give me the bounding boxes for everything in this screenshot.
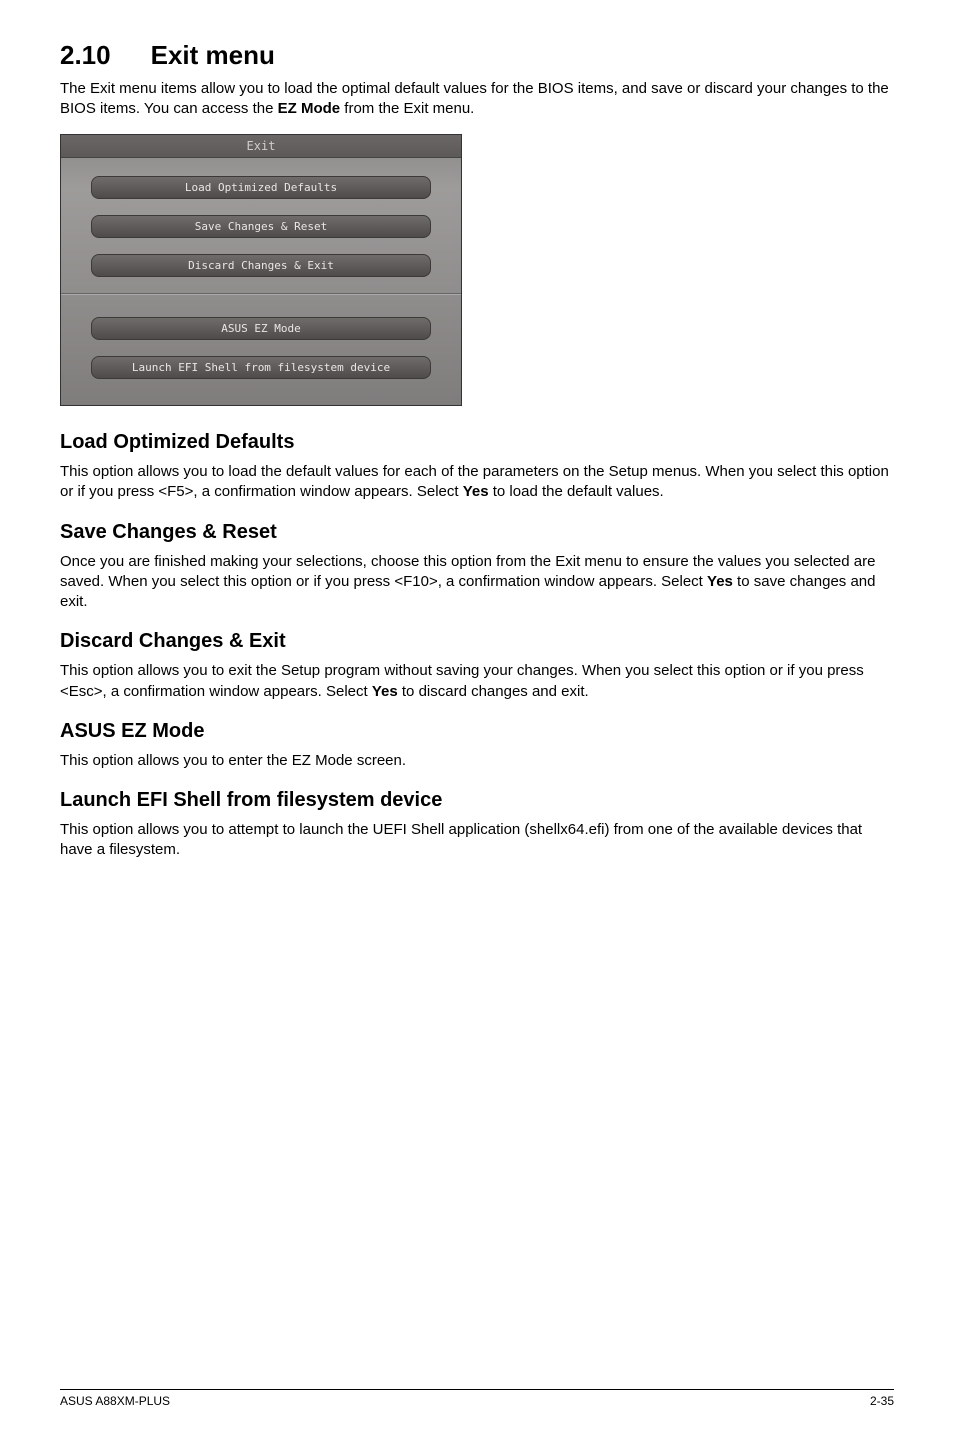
intro-paragraph: The Exit menu items allow you to load th… — [60, 79, 894, 118]
bios-button-discard-changes-exit[interactable]: Discard Changes & Exit — [91, 254, 431, 277]
text-efi-shell: This option allows you to attempt to lau… — [60, 820, 894, 861]
section-number: 2.10 — [60, 40, 111, 70]
text-bold: Yes — [707, 573, 733, 590]
bios-exit-dialog: Exit Load Optimized Defaults Save Change… — [60, 134, 462, 406]
bios-button-asus-ez-mode[interactable]: ASUS EZ Mode — [91, 317, 431, 340]
subheading-efi-shell: Launch EFI Shell from filesystem device — [60, 789, 894, 812]
text-fragment: to discard changes and exit. — [398, 683, 589, 700]
text-bold: Yes — [372, 683, 398, 700]
bios-button-load-optimized-defaults[interactable]: Load Optimized Defaults — [91, 176, 431, 199]
bios-dialog-body: Load Optimized Defaults Save Changes & R… — [61, 158, 461, 405]
intro-pre: The Exit menu items allow you to load th… — [60, 80, 889, 117]
text-fragment: to load the default values. — [489, 483, 664, 500]
text-ez-mode: This option allows you to enter the EZ M… — [60, 751, 894, 771]
subheading-ez-mode: ASUS EZ Mode — [60, 720, 894, 743]
subheading-save-reset: Save Changes & Reset — [60, 521, 894, 544]
bios-button-save-changes-reset[interactable]: Save Changes & Reset — [91, 215, 431, 238]
section-title: Exit menu — [151, 40, 275, 70]
text-bold: Yes — [463, 483, 489, 500]
bios-dialog-title: Exit — [61, 135, 461, 158]
footer-page-number: 2-35 — [870, 1394, 894, 1408]
bios-button-launch-efi-shell[interactable]: Launch EFI Shell from filesystem device — [91, 356, 431, 379]
bios-divider — [61, 293, 461, 295]
footer-product-name: ASUS A88XM-PLUS — [60, 1394, 170, 1408]
subheading-load-defaults: Load Optimized Defaults — [60, 431, 894, 454]
subheading-discard-exit: Discard Changes & Exit — [60, 630, 894, 653]
page-footer: ASUS A88XM-PLUS 2-35 — [60, 1389, 894, 1408]
intro-bold: EZ Mode — [278, 100, 341, 117]
text-load-defaults: This option allows you to load the defau… — [60, 462, 894, 503]
text-save-reset: Once you are finished making your select… — [60, 552, 894, 613]
section-heading: 2.10 Exit menu — [60, 40, 894, 71]
text-discard-exit: This option allows you to exit the Setup… — [60, 661, 894, 702]
intro-post: from the Exit menu. — [340, 100, 474, 117]
